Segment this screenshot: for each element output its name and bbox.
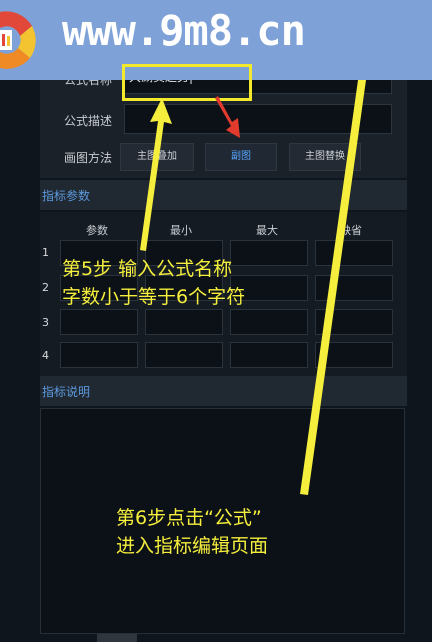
step5-arrow	[140, 98, 172, 251]
step5-note-line1: 第5步 输入公式名称	[62, 258, 233, 280]
step6-note-line2: 进入指标编辑页面	[116, 535, 269, 557]
red-arrow-to-subchart	[215, 96, 240, 138]
step6-arrow	[300, 80, 366, 495]
step6-note-line1: 第6步点击“公式”	[116, 507, 262, 529]
step5-note-line2: 字数小于等于6个字符	[62, 286, 246, 308]
